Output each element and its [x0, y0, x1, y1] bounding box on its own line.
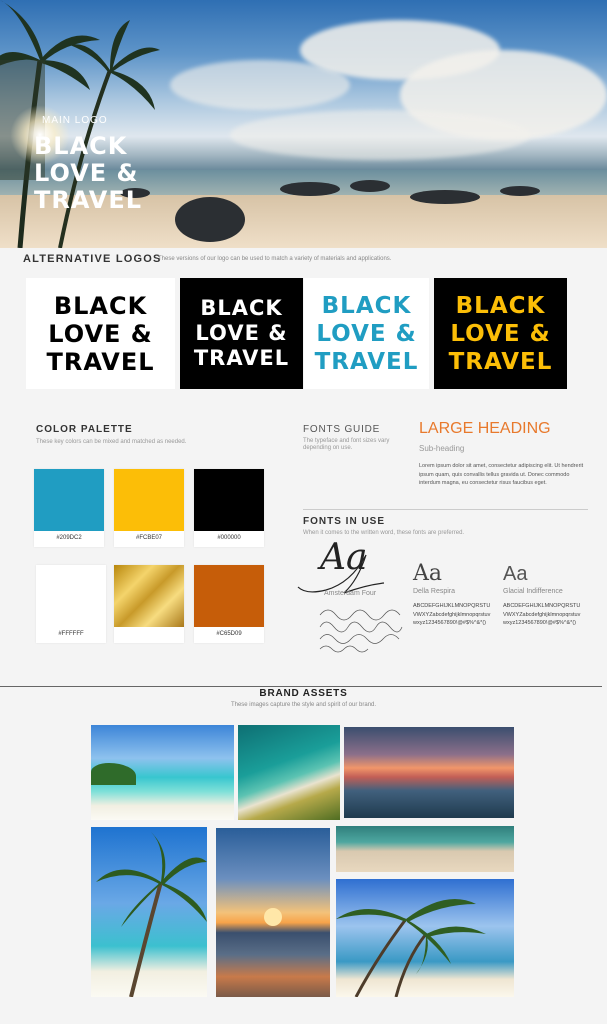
photo-palm-beach [336, 879, 514, 997]
amsterdam-four-glyphs [319, 609, 403, 653]
brand-board: MAIN LOGO BLACK LOVE & TRAVEL ALTERNATIV… [0, 0, 607, 1024]
color-palette-title: COLOR PALETTE [36, 424, 133, 435]
fonts-guide-title: FONTS GUIDE [303, 424, 381, 435]
photo-sunset-shore [344, 727, 514, 818]
main-logo-label: MAIN LOGO [42, 115, 108, 126]
della-respira-name: Della Respira [413, 588, 456, 595]
alternative-logos-subtitle: These versions of our logo can be used t… [158, 256, 392, 262]
glacial-indifference-sample: Aa [503, 563, 528, 585]
photo-shoreline-wave [336, 826, 514, 872]
color-palette-subtitle: These key colors can be mixed and matche… [36, 439, 187, 445]
section-divider [0, 686, 602, 687]
swatch-gold-texture [114, 565, 184, 643]
amsterdam-four-name: Amsterdam Four [324, 590, 377, 597]
main-logo: BLACK LOVE & TRAVEL [34, 132, 143, 214]
logo-card-black: BLACK LOVE & TRAVEL [180, 278, 303, 389]
fonts-in-use-subtitle: When it comes to the written word, these… [303, 530, 465, 536]
della-respira-sample: Aa [413, 561, 443, 586]
logo-card-white: BLACK LOVE & TRAVEL [26, 278, 175, 389]
photo-palm-tree [91, 827, 207, 997]
amsterdam-four-sample: Aa [320, 537, 368, 578]
large-heading-sample: LARGE HEADING [419, 420, 551, 437]
logo-card-yellow: BLACK LOVE & TRAVEL [434, 278, 567, 389]
brand-assets-subtitle: These images capture the style and spiri… [230, 702, 377, 708]
logo-card-blue: BLACK LOVE & TRAVEL [304, 278, 429, 389]
photo-ocean-sunset [216, 828, 330, 997]
glacial-indifference-glyphs: ABCDEFGHIJKLMNOPQRSTUVWXYZabcdefghijklmn… [503, 603, 581, 626]
photo-tropical-beach [91, 725, 234, 820]
alternative-logos-title: ALTERNATIVE LOGOS [23, 253, 162, 265]
fonts-guide-subtitle: The typeface and font sizes vary dependi… [303, 438, 390, 451]
della-respira-glyphs: ABCDEFGHIJKLMNOPQRSTUVWXYZabcdefghijklmn… [413, 603, 491, 626]
body-text-sample: Lorem ipsum dolor sit amet, consectetur … [419, 463, 584, 486]
sub-heading-sample: Sub-heading [419, 444, 465, 453]
brand-assets-title: BRAND ASSETS [259, 688, 348, 699]
fonts-in-use-title: FONTS IN USE [303, 516, 386, 527]
hero-beach-image: MAIN LOGO BLACK LOVE & TRAVEL [0, 0, 607, 248]
swatch-000000: #000000 [194, 469, 264, 547]
photo-aerial-coast [238, 725, 340, 820]
glacial-indifference-name: Glacial Indifference [503, 588, 563, 595]
swatch-C65D09: #C65D09 [194, 565, 264, 643]
divider [303, 509, 588, 510]
swatch-209DC2: #209DC2 [34, 469, 104, 547]
swatch-FFFFFF: #FFFFFF [36, 565, 106, 643]
swatch-FCBE07: #FCBE07 [114, 469, 184, 547]
